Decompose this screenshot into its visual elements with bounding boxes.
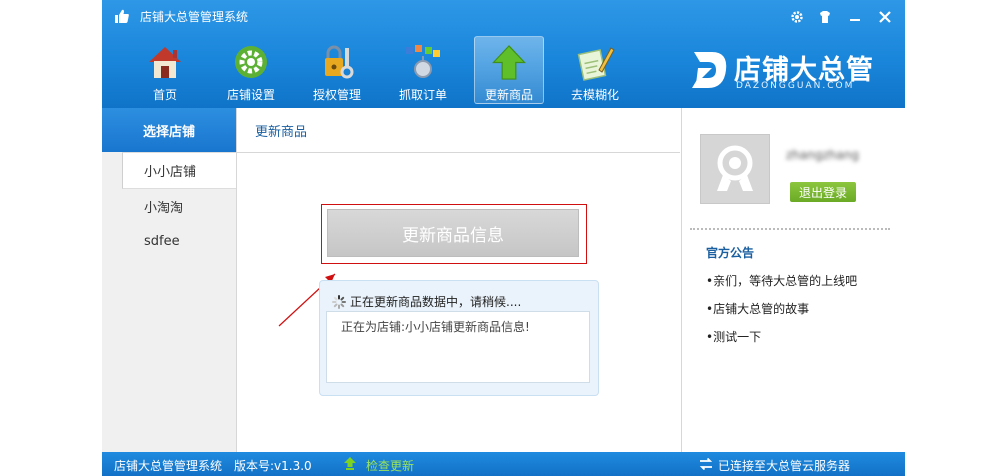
- gear-icon: [235, 46, 267, 78]
- progress-title: 正在更新商品数据中，请稍候....: [350, 295, 522, 309]
- toolbar-deblur[interactable]: 去模糊化: [552, 36, 638, 104]
- toolbar-label: 更新商品: [484, 88, 533, 102]
- gear-small-icon: [791, 11, 803, 23]
- shop-item[interactable]: 小淘淘: [102, 189, 236, 224]
- highlight-frame: 更新商品信息: [321, 204, 587, 264]
- skin-button[interactable]: [816, 8, 834, 26]
- main-toolbar: 首页 店铺设置 授权管理 抓取订单 更新商品 去模糊化: [122, 36, 638, 106]
- logo-d-icon: [692, 52, 727, 88]
- grab-orders-icon: [406, 45, 440, 78]
- default-avatar-icon: [717, 145, 753, 191]
- window-title: 店铺大总管管理系统: [140, 10, 249, 24]
- notice-item[interactable]: •亲们，等待大总管的上线吧: [706, 272, 857, 289]
- shop-item[interactable]: 小小店铺: [122, 152, 236, 189]
- update-goods-button[interactable]: 更新商品信息: [327, 209, 579, 257]
- notice-item[interactable]: •店铺大总管的故事: [706, 300, 809, 317]
- logout-button[interactable]: 退出登录: [790, 182, 856, 202]
- progress-box: 正在更新商品数据中，请稍候.... 正在为店铺:小小店铺更新商品信息!: [319, 280, 599, 396]
- toolbar-label: 授权管理: [312, 88, 361, 102]
- toolbar-label: 去模糊化: [570, 88, 619, 102]
- close-button[interactable]: [876, 8, 894, 26]
- status-bar: 店铺大总管管理系统 版本号:v1.3.0 检查更新 已连接至大总管云服务器: [102, 452, 905, 476]
- status-version: 版本号:v1.3.0: [234, 459, 312, 473]
- notice-item[interactable]: •测试一下: [706, 328, 761, 345]
- progress-log: 正在为店铺:小小店铺更新商品信息!: [326, 311, 590, 383]
- minimize-button[interactable]: [846, 8, 864, 26]
- toolbar-label: 店铺设置: [226, 88, 275, 102]
- up-arrow-icon: [492, 45, 526, 80]
- toolbar-home[interactable]: 首页: [122, 36, 208, 104]
- avatar: [700, 134, 770, 204]
- username: zhangzhang: [786, 148, 859, 162]
- logo-subtext: DAZONGGUAN.COM: [736, 81, 855, 91]
- minimize-icon: [850, 19, 860, 21]
- header: 店铺大总管管理系统 首页 店铺设置 授权管理 抓取订单 更新商品 去模糊化 店铺…: [102, 0, 905, 108]
- user-panel: zhangzhang 退出登录 官方公告 •亲们，等待大总管的上线吧 •店铺大总…: [681, 108, 905, 452]
- connection-status: 已连接至大总管云服务器: [718, 459, 851, 473]
- app-window: 店铺大总管管理系统 首页 店铺设置 授权管理 抓取订单 更新商品 去模糊化 店铺…: [102, 0, 905, 476]
- toolbar-grab-orders[interactable]: 抓取订单: [380, 36, 466, 104]
- check-update-link[interactable]: 检查更新: [366, 457, 414, 474]
- thumbs-up-icon: [115, 9, 129, 23]
- brand-logo: 店铺大总管 DAZONGGUAN.COM: [690, 48, 890, 96]
- shop-list-header: 选择店铺: [102, 108, 236, 152]
- settings-button[interactable]: [788, 8, 806, 26]
- title-bar: 店铺大总管管理系统: [102, 0, 905, 32]
- toolbar-label: 首页: [152, 88, 177, 102]
- lock-key-icon: [325, 45, 354, 79]
- shop-list-panel: 选择店铺 小小店铺 小淘淘 sdfee: [102, 108, 237, 452]
- divider: [690, 228, 890, 230]
- status-app-name: 店铺大总管管理系统: [114, 459, 223, 473]
- sync-icon: [699, 458, 713, 470]
- close-icon: [879, 11, 891, 23]
- toolbar-update-goods[interactable]: 更新商品: [474, 36, 544, 104]
- shop-item[interactable]: sdfee: [102, 224, 236, 259]
- progress-status: 正在更新商品数据中，请稍候....: [332, 293, 521, 310]
- toolbar-label: 抓取订单: [398, 88, 447, 102]
- notice-title: 官方公告: [706, 246, 755, 260]
- edit-pencil-icon: [577, 47, 615, 81]
- panel-title: 更新商品: [237, 108, 680, 153]
- toolbar-auth[interactable]: 授权管理: [294, 36, 380, 104]
- shirt-icon: [820, 11, 830, 23]
- toolbar-shop-settings[interactable]: 店铺设置: [208, 36, 294, 104]
- update-goods-panel: 更新商品 更新商品信息 正在更新商品数据中，请稍候.... 正在为店铺:小小店铺…: [237, 108, 680, 452]
- home-icon: [149, 47, 181, 78]
- loading-spinner-icon: [332, 294, 346, 309]
- green-up-arrow-icon: [344, 457, 356, 470]
